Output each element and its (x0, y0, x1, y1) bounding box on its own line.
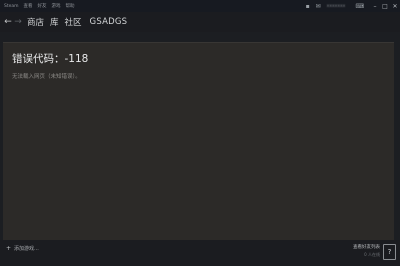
nav-store[interactable]: 商店 (27, 16, 44, 28)
menu-games[interactable]: 游戏 (52, 3, 61, 9)
friends-list-label: 查看好友列表 (353, 245, 380, 250)
title-bar: Steam 查看 好友 游戏 帮助 ▪ ✉ xxxxxxx ⌨ – □ ✕ (0, 0, 400, 12)
menu-friends[interactable]: 好友 (38, 3, 47, 9)
navigation-bar: ← → 商店 库 社区 GSADGS (0, 12, 400, 32)
friends-list-button[interactable]: 查看好友列表 0 人在线 (353, 244, 380, 258)
menu-view[interactable]: 查看 (24, 3, 33, 9)
chat-icon[interactable]: ✉ (316, 3, 321, 10)
forward-arrow-icon[interactable]: → (13, 17, 23, 27)
notification-icon[interactable]: ▪ (306, 3, 310, 10)
error-description: 无法载入网页（未知错误）。 (12, 74, 81, 80)
add-game-label: 添加游戏... (14, 246, 39, 252)
maximize-icon[interactable]: □ (380, 0, 390, 12)
nav-library[interactable]: 库 (50, 16, 59, 28)
web-content-panel: 错误代码：-118 无法载入网页（未知错误）。 (3, 42, 394, 241)
nav-profile[interactable]: GSADGS (90, 17, 128, 27)
bottom-bar: + 添加游戏... 查看好友列表 0 人在线 ? (0, 240, 400, 266)
back-arrow-icon[interactable]: ← (3, 17, 13, 27)
menu-help[interactable]: 帮助 (66, 3, 75, 9)
title-bar-right: ▪ ✉ xxxxxxx ⌨ – □ ✕ (306, 0, 400, 12)
friends-online-count: 0 人在线 (364, 252, 380, 257)
big-picture-icon[interactable]: ⌨ (355, 3, 364, 10)
account-name[interactable]: xxxxxxx (327, 4, 346, 9)
nav-community[interactable]: 社区 (65, 16, 82, 28)
menu-bar: Steam 查看 好友 游戏 帮助 (4, 3, 80, 10)
help-button[interactable]: ? (383, 244, 396, 260)
plus-icon: + (6, 245, 12, 252)
minimize-icon[interactable]: – (370, 0, 380, 12)
error-code-title: 错误代码：-118 (12, 53, 89, 65)
menu-steam[interactable]: Steam (4, 4, 19, 9)
close-icon[interactable]: ✕ (390, 0, 400, 12)
add-game-button[interactable]: + 添加游戏... (6, 245, 39, 252)
